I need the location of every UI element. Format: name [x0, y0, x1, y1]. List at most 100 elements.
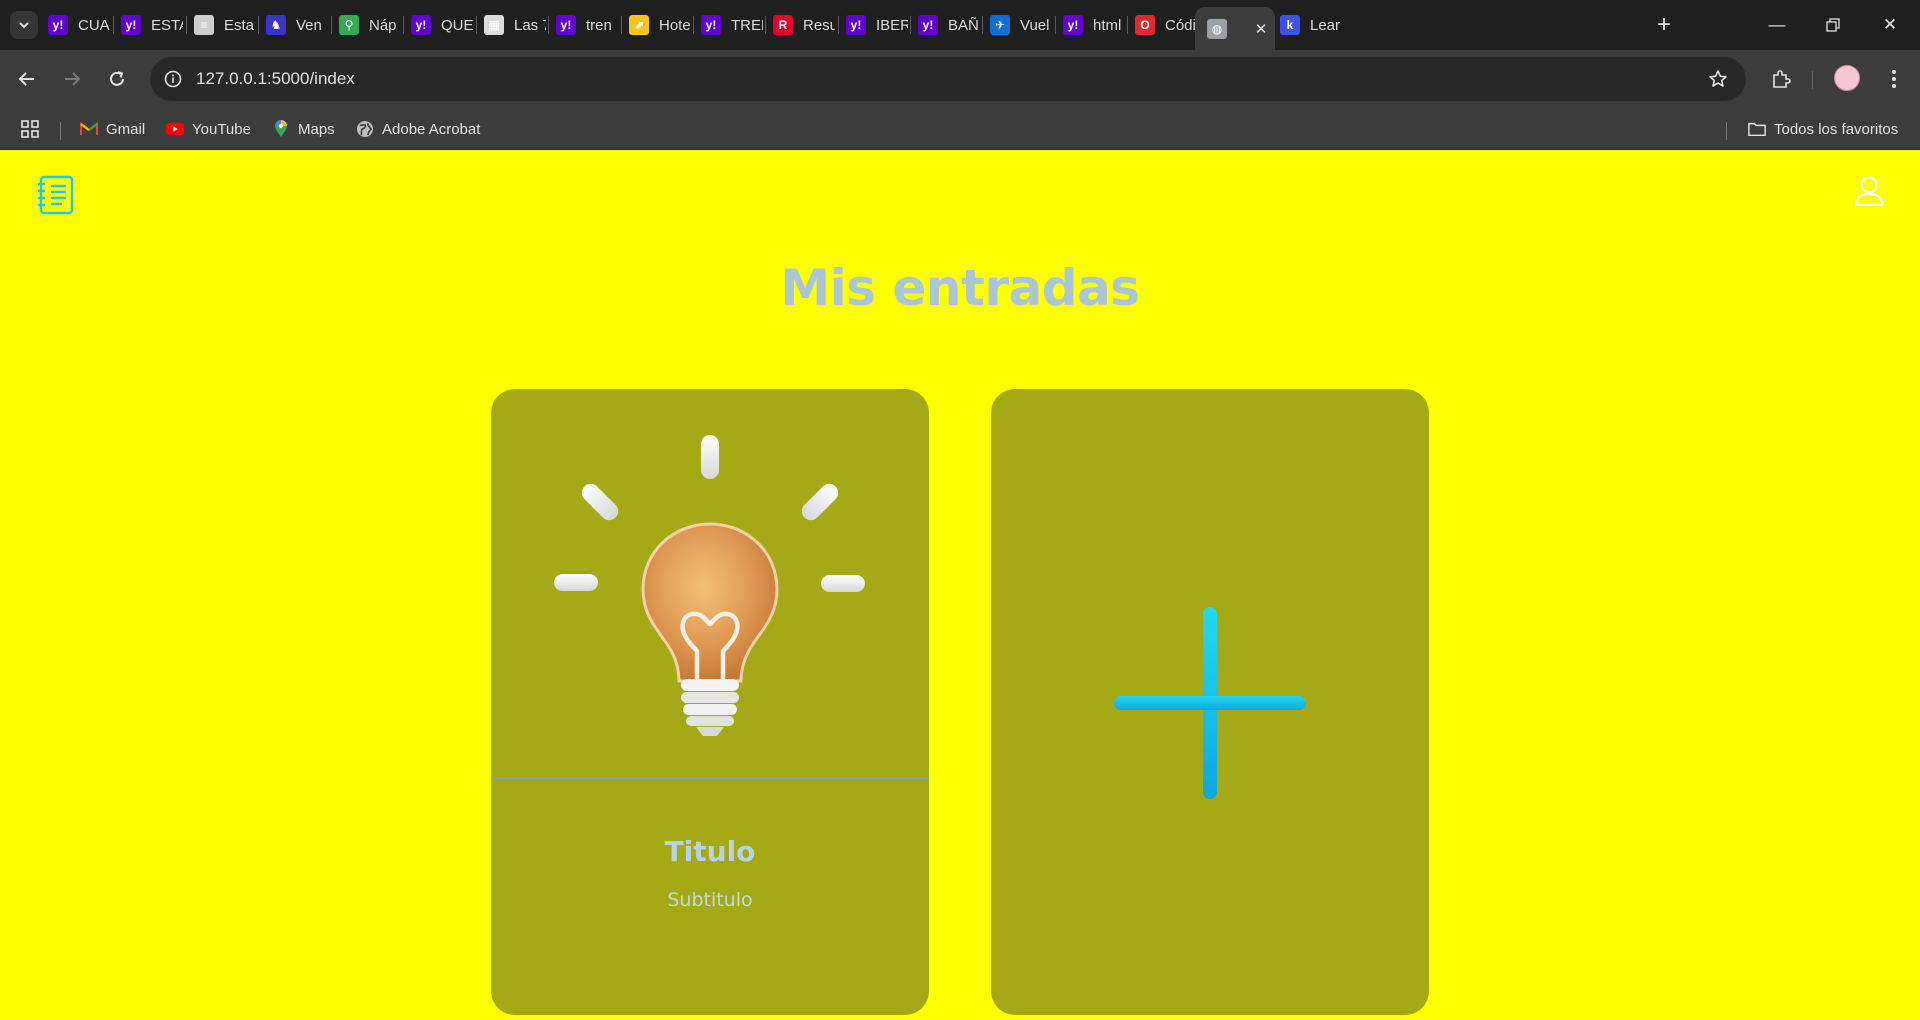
entry-title: Titulo	[664, 835, 756, 868]
tab-search-button[interactable]	[10, 11, 38, 39]
bookmarks-divider	[60, 122, 61, 140]
extensions-button[interactable]	[1763, 61, 1799, 97]
new-tab-button[interactable]: +	[1650, 11, 1678, 39]
tab-title: Esta	[224, 16, 255, 34]
bookmark-adobe-acrobat[interactable]: Adobe Acrobat	[356, 116, 480, 142]
tab-separator	[838, 16, 839, 34]
forward-button[interactable]	[54, 61, 90, 97]
tab-separator	[1127, 16, 1128, 34]
app-page: Mis entradas Titulo Subtitulo	[0, 151, 1920, 1020]
hotel-icon: ⬈	[629, 15, 649, 35]
tab[interactable]: ≡ Esta	[194, 8, 256, 42]
tab[interactable]: y! TREN	[701, 8, 763, 42]
tab-title: CUA	[78, 16, 110, 34]
tab[interactable]: R Resu	[773, 8, 835, 42]
bookmark-star-button[interactable]	[1704, 65, 1732, 93]
tab[interactable]: y! tren	[556, 8, 618, 42]
tab-title: BAÑ	[948, 16, 979, 34]
all-bookmarks-folder[interactable]: Todos los favoritos	[1748, 116, 1898, 142]
arrow-left-icon	[18, 72, 34, 86]
tab-title: html	[1093, 16, 1122, 34]
arrow-right-icon	[65, 72, 81, 86]
k-icon: k	[1280, 15, 1300, 35]
reload-icon	[110, 71, 124, 86]
tab[interactable]: k Lear	[1280, 8, 1342, 42]
tab-title: ESTA	[151, 16, 183, 34]
close-tab-icon[interactable]: ✕	[1251, 19, 1271, 39]
puzzle-icon	[1773, 70, 1791, 88]
tab-separator	[1055, 16, 1056, 34]
tab[interactable]: ⬈ Hote	[629, 8, 691, 42]
tab-active[interactable]: ◍ ✕	[1195, 7, 1275, 50]
close-window-button[interactable]: ✕	[1862, 0, 1918, 50]
url-text[interactable]: 127.0.0.1:5000/index	[196, 69, 355, 89]
reload-button[interactable]	[99, 61, 135, 97]
horse-icon: ♞	[266, 15, 286, 35]
tab[interactable]: y! BAÑ	[918, 8, 980, 42]
tab[interactable]: ✈ Vuel	[990, 8, 1052, 42]
apps-grid-icon	[21, 120, 39, 138]
bookmark-label: Gmail	[106, 120, 146, 138]
tab[interactable]: y! CUA	[48, 8, 110, 42]
profile-avatar[interactable]	[1834, 65, 1860, 91]
entry-subtitle: Subtitulo	[667, 889, 753, 911]
page-title: Mis entradas	[780, 259, 1140, 317]
menu-button[interactable]	[36, 175, 74, 215]
add-entry-card[interactable]	[991, 389, 1429, 1015]
restore-icon	[1826, 18, 1840, 32]
tab[interactable]: ▦ Las 7	[484, 8, 546, 42]
tab-separator	[693, 16, 694, 34]
bookmark-youtube[interactable]: YouTube	[166, 116, 251, 142]
tab[interactable]: y! ESTA	[121, 8, 183, 42]
tab[interactable]: y! QUE	[411, 8, 473, 42]
bookmarks-bar: Gmail YouTube Maps Adobe Acrobat Todos l…	[0, 108, 1920, 150]
tab[interactable]: O Códi	[1135, 8, 1197, 42]
yahoo-icon: y!	[121, 15, 141, 35]
tab-title: Las 7	[514, 16, 546, 34]
tab-title: Lear	[1310, 16, 1341, 34]
star-icon	[1709, 70, 1727, 87]
tab-title: Hote	[659, 16, 691, 34]
browser-menu-button[interactable]	[1876, 61, 1912, 97]
minimize-button[interactable]: —	[1749, 0, 1805, 50]
apps-button[interactable]	[20, 116, 40, 142]
back-button[interactable]	[9, 61, 45, 97]
tab-strip: y! CUA y! ESTA ≡ Esta ♞ Ven ⚲ Náp y! QUE ▦ Las 7 y! tre…	[0, 0, 1920, 50]
tab[interactable]: ♞ Ven	[266, 8, 328, 42]
tab-separator	[331, 16, 332, 34]
tab-title: QUE	[441, 16, 473, 34]
yahoo-icon: y!	[411, 15, 431, 35]
bookmark-gmail[interactable]: Gmail	[80, 116, 145, 142]
restore-button[interactable]	[1805, 0, 1861, 50]
tab[interactable]: ⚲ Náp	[339, 8, 401, 42]
tab-title: Ven	[296, 16, 322, 34]
folder-icon	[1748, 120, 1766, 138]
notebook-list-icon	[36, 175, 74, 215]
all-bookmarks-label: Todos los favoritos	[1774, 120, 1899, 138]
address-bar[interactable]: 127.0.0.1:5000/index	[150, 57, 1746, 101]
tab-separator	[621, 16, 622, 34]
building-icon: ▦	[484, 15, 504, 35]
tab[interactable]: y! IBER	[846, 8, 908, 42]
site-info-button[interactable]	[160, 66, 186, 92]
bookmark-maps[interactable]: Maps	[272, 116, 335, 142]
card-divider	[491, 777, 929, 779]
tab-title: Vuel	[1020, 16, 1050, 34]
yahoo-icon: y!	[701, 15, 721, 35]
user-profile-button[interactable]	[1854, 175, 1884, 207]
yahoo-icon: y!	[846, 15, 866, 35]
tab-separator	[548, 16, 549, 34]
entry-card[interactable]: Titulo Subtitulo	[491, 389, 929, 1015]
toolbar-divider	[1812, 71, 1813, 89]
maps-pin-icon: ⚲	[339, 15, 359, 35]
browser-toolbar: 127.0.0.1:5000/index	[0, 50, 1920, 108]
tab-separator	[403, 16, 404, 34]
bookmarks-divider	[1726, 122, 1727, 140]
tab[interactable]: y! html	[1063, 8, 1125, 42]
bookmark-label: YouTube	[192, 120, 251, 138]
tab-title: TREN	[731, 16, 763, 34]
tab-separator	[910, 16, 911, 34]
youtube-icon	[166, 120, 184, 138]
user-icon	[1854, 176, 1884, 207]
plus-icon	[1114, 607, 1306, 799]
